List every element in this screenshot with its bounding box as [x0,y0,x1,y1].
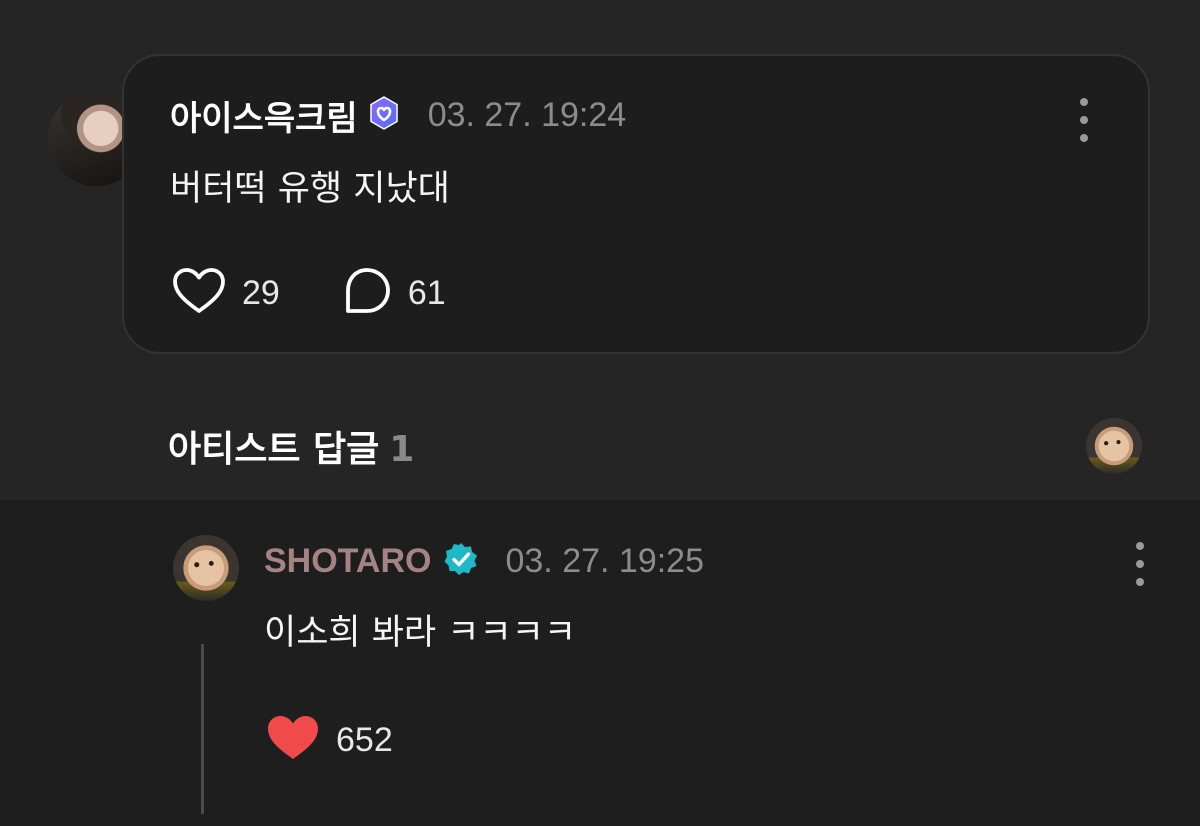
reply-more-options-icon[interactable] [1130,542,1150,586]
verified-heart-badge-icon [366,95,402,135]
artist-replies-label: 아티스트 답글 [168,429,380,470]
reply-text: 이소희 봐라 ㅋㅋㅋㅋ [264,613,577,653]
post-more-options-icon[interactable] [1074,98,1094,142]
reply-author-avatar[interactable] [173,535,239,601]
post-like-count: 29 [242,273,280,312]
post-like-button[interactable]: 29 [172,267,280,319]
reply-timestamp: 03. 27. 19:25 [505,541,704,580]
post-comment-count: 61 [407,273,446,312]
reply-author-name[interactable]: SHOTARO [264,542,431,581]
heart-filled-icon [266,714,320,766]
post-author-row: 아이스윽크림 03. 27. 19:24 [170,90,626,140]
artist-replies-count: 1 [389,429,415,470]
verified-check-badge-icon [443,541,479,581]
reply-like-button[interactable]: 652 [266,714,393,766]
artist-replies-title: 아티스트 답글 1 [168,420,414,472]
post-text: 버터떡 유행 지났대 [170,169,450,209]
reply-author-row: SHOTARO 03. 27. 19:25 [264,536,704,586]
post-author-name[interactable]: 아이스윽크림 [170,91,358,140]
heart-outline-icon [172,267,226,319]
comment-bubble-icon [342,266,392,320]
thread-line [201,644,204,814]
post-comment-button[interactable]: 61 [342,266,446,320]
artist-avatar[interactable] [1086,418,1142,474]
artist-reply: SHOTARO 03. 27. 19:25 이소희 봐라 ㅋㅋㅋㅋ 652 [0,500,1200,826]
screen: 아이스윽크림 03. 27. 19:24 버터떡 유행 지났대 29 61 아티… [0,0,1200,826]
post-actions: 29 61 [172,266,446,320]
post-card: 아이스윽크림 03. 27. 19:24 버터떡 유행 지났대 29 61 [122,54,1150,354]
reply-like-count: 652 [336,720,393,759]
post-timestamp: 03. 27. 19:24 [427,95,627,134]
